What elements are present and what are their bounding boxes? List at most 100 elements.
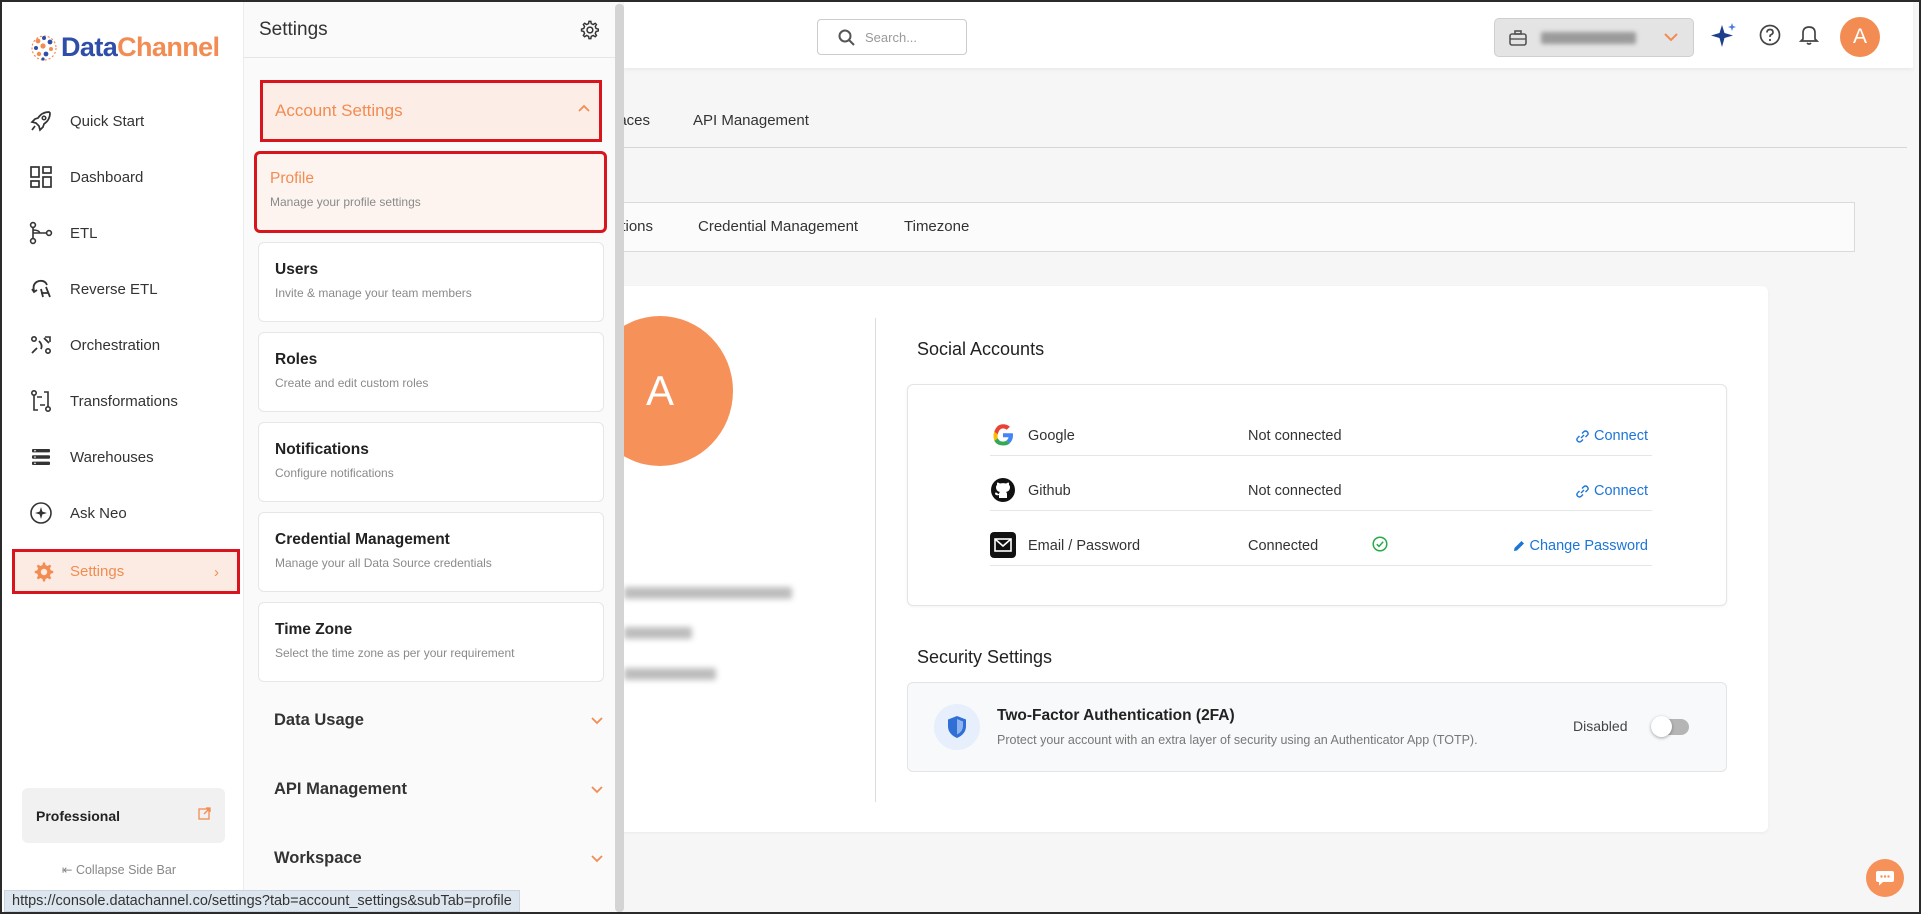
workspace-select[interactable]	[1494, 18, 1694, 57]
two-factor-toggle[interactable]	[1651, 716, 1689, 737]
social-row-github: Github Not connected Connect	[990, 473, 1652, 511]
account-settings-accordion[interactable]: Account Settings	[260, 80, 602, 142]
nav-label: Settings	[70, 563, 125, 580]
plan-label: Professional	[36, 807, 121, 824]
sub-tabs: ations Credential Management Timezone	[602, 202, 1855, 252]
collapse-sidebar-button[interactable]: ⇤ Collapse Side Bar	[62, 862, 176, 877]
nav-item-warehouses[interactable]: Warehouses	[28, 439, 154, 475]
card-description: Configure notifications	[275, 466, 394, 480]
nav-item-transformations[interactable]: Transformations	[28, 383, 178, 419]
settings-panel-title: Settings	[259, 18, 328, 40]
search-input[interactable]: Search...	[817, 19, 967, 55]
settings-card-profile[interactable]: Profile Manage your profile settings	[254, 151, 607, 233]
settings-card-users[interactable]: Users Invite & manage your team members	[258, 242, 604, 322]
two-factor-title: Two-Factor Authentication (2FA)	[997, 707, 1235, 724]
card-description: Manage your profile settings	[270, 195, 421, 209]
gear-icon[interactable]	[579, 20, 599, 40]
rocket-icon	[28, 108, 54, 134]
orchestration-icon	[28, 332, 54, 358]
nav-label: ETL	[70, 224, 98, 242]
social-row-google: Google Not connected Connect	[990, 418, 1652, 456]
chevron-down-icon	[591, 786, 603, 794]
chat-button[interactable]	[1866, 859, 1904, 897]
link-icon	[1576, 429, 1589, 443]
section-workspace[interactable]: Workspace	[274, 849, 604, 868]
connect-google-link[interactable]: Connect	[1576, 428, 1648, 444]
settings-panel-header: Settings	[244, 2, 616, 58]
tab-timezone[interactable]: Timezone	[904, 218, 969, 235]
dashboard-icon	[28, 164, 54, 190]
settings-card-roles[interactable]: Roles Create and edit custom roles	[258, 332, 604, 412]
tab-credential-management[interactable]: Credential Management	[698, 218, 858, 235]
nav-label: Ask Neo	[70, 504, 127, 522]
toggle-knob	[1651, 716, 1672, 737]
social-accounts-heading: Social Accounts	[917, 339, 1045, 359]
social-accounts-list: Google Not connected Connect Github Not …	[907, 384, 1727, 606]
help-icon[interactable]	[1759, 24, 1781, 46]
nav-label: Dashboard	[70, 168, 144, 186]
card-title: Time Zone	[275, 621, 353, 638]
external-link-icon	[198, 807, 211, 820]
tab-api-management[interactable]: API Management	[693, 112, 809, 129]
datachannel-globe-icon	[31, 34, 57, 61]
gear-icon	[32, 561, 54, 583]
card-title: Profile	[270, 170, 314, 187]
connect-github-link[interactable]: Connect	[1576, 483, 1648, 499]
nav-item-reverse-etl[interactable]: Reverse ETL	[28, 271, 158, 307]
bell-icon[interactable]	[1799, 24, 1819, 46]
datachannel-logo[interactable]: DataChannel	[30, 32, 220, 63]
social-status: Not connected	[1248, 428, 1342, 444]
search-icon	[838, 29, 855, 46]
github-icon	[991, 478, 1015, 502]
settings-card-credential-management[interactable]: Credential Management Manage your all Da…	[258, 512, 604, 592]
user-avatar[interactable]: A	[1840, 17, 1880, 57]
nav-item-orchestration[interactable]: Orchestration	[28, 327, 160, 363]
name-redacted	[624, 627, 692, 639]
warehouses-icon	[28, 444, 54, 470]
collapse-icon: ⇤	[62, 863, 76, 877]
chevron-down-icon	[1664, 33, 1678, 42]
sparkle-ai-icon[interactable]	[1710, 22, 1738, 50]
card-title: Notifications	[275, 441, 369, 458]
chat-icon	[1876, 871, 1894, 886]
nav-item-etl[interactable]: ETL	[28, 215, 98, 251]
settings-card-notifications[interactable]: Notifications Configure notifications	[258, 422, 604, 502]
chevron-down-icon	[591, 717, 603, 725]
social-name: Github	[1028, 483, 1071, 499]
status-bar-url: https://console.datachannel.co/settings?…	[4, 890, 520, 912]
social-row-email: Email / Password Connected Change Passwo…	[990, 528, 1652, 566]
nav-item-ask-neo[interactable]: Ask Neo	[28, 495, 127, 531]
chevron-down-icon	[591, 855, 603, 863]
pencil-icon	[1513, 541, 1524, 551]
card-description: Manage your all Data Source credentials	[275, 556, 492, 570]
transformations-icon	[28, 388, 54, 414]
change-password-link[interactable]: Change Password	[1513, 538, 1648, 554]
main-tabs: paces API Management	[602, 112, 1907, 148]
section-data-usage[interactable]: Data Usage	[274, 711, 604, 730]
plan-badge[interactable]: Professional	[22, 788, 225, 843]
ask-neo-icon	[28, 500, 54, 526]
link-icon	[1576, 484, 1589, 498]
two-factor-auth-row: Two-Factor Authentication (2FA) Protect …	[907, 682, 1727, 772]
nav-item-quick-start[interactable]: Quick Start	[28, 103, 144, 139]
card-title: Credential Management	[275, 531, 450, 548]
google-icon	[993, 424, 1013, 446]
app-window: Search... A paces API Management ations …	[0, 0, 1921, 914]
logo-text: DataChannel	[61, 32, 220, 62]
nav-label: Quick Start	[70, 112, 145, 130]
chevron-right-icon: ›	[214, 564, 219, 581]
nav-item-dashboard[interactable]: Dashboard	[28, 159, 143, 195]
two-factor-status: Disabled	[1573, 718, 1628, 734]
card-description: Select the time zone as per your require…	[275, 646, 515, 660]
briefcase-icon	[1509, 30, 1527, 46]
email-redacted	[624, 587, 792, 599]
section-api-management[interactable]: API Management	[274, 780, 604, 799]
nav-item-settings[interactable]: Settings ›	[12, 549, 240, 594]
settings-menu-panel: Settings Account Settings Profile Manage…	[243, 2, 618, 912]
settings-card-time-zone[interactable]: Time Zone Select the time zone as per yo…	[258, 602, 604, 682]
nav-label: Warehouses	[70, 448, 154, 466]
panel-scrollbar[interactable]	[615, 4, 624, 912]
nav-label: Reverse ETL	[70, 280, 158, 298]
card-title: Users	[275, 261, 319, 278]
nav-label: Orchestration	[70, 336, 161, 354]
